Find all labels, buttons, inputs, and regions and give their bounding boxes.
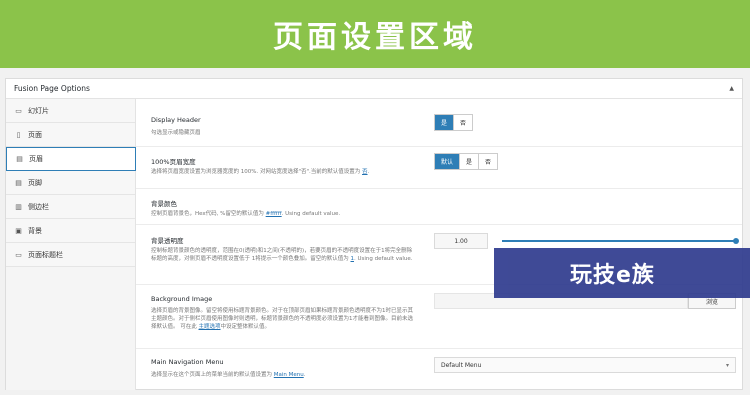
opacity-number-input[interactable]: 1.00: [434, 233, 488, 249]
opacity-slider-track[interactable]: [502, 240, 736, 242]
footer-icon: ▤: [15, 178, 22, 187]
titlebar-icon: ▭: [15, 250, 22, 259]
sidebar-item-page-title-bar[interactable]: ▭ 页面标题栏: [6, 243, 135, 267]
full-width-label: 100%页眉宽度: [151, 158, 196, 166]
bg-color-desc: 控制页眉背景色，Hex代码, %留空的默认值为 #ffffff. Using d…: [151, 211, 341, 217]
sidebar-item-label: 页眉: [29, 155, 43, 163]
main-menu-label: Main Navigation Menu: [151, 358, 224, 366]
row-display-header: Display Header 勾选显示或隐藏页眉 是 否: [136, 99, 742, 147]
watermark-logo: 玩技e族: [494, 248, 750, 298]
display-header-toggle: 是 否: [434, 114, 474, 131]
full-width-toggle: 默认 是 否: [434, 153, 499, 170]
sidebar-item-header[interactable]: ▤ 页眉: [6, 147, 136, 171]
panel-header[interactable]: Fusion Page Options ▲: [6, 79, 742, 99]
sidebar-item-label: 幻灯片: [28, 106, 49, 115]
sidebar-item-label: 页面标题栏: [28, 250, 63, 259]
bg-image-label: Background Image: [151, 295, 213, 303]
slides-icon: ▭: [15, 106, 22, 115]
sidebar-item-label: 背景: [28, 226, 42, 235]
banner: 页面设置区域: [0, 0, 750, 68]
panel-title: Fusion Page Options: [14, 84, 90, 93]
sidebar-icon: ▥: [15, 202, 22, 211]
theme-options-link[interactable]: 主题选项: [199, 324, 221, 330]
option-yes-button[interactable]: 是: [460, 154, 480, 169]
bg-opacity-label: 背景透明度: [151, 237, 184, 245]
option-yes-button[interactable]: 是: [435, 115, 455, 130]
bg-image-desc: 选择页眉的背景图像。留空将使用标题背景颜色。对于在顶部页眉如果标题背景颜色透明度…: [151, 308, 414, 330]
collapse-toggle-icon[interactable]: ▲: [729, 85, 734, 92]
row-background-color: 背景颜色 控制页眉背景色，Hex代码, %留空的默认值为 #ffffff. Us…: [136, 189, 742, 225]
sidebar-item-background[interactable]: ▣ 背景: [6, 219, 135, 243]
row-full-width-header: 100%页眉宽度 选择将页眉宽度设置为浏览器宽度的 100%. 对网站宽度选择"…: [136, 147, 742, 189]
bg-opacity-desc: 控制标题背景颜色的透明度，范围在0(透明)和1之间(不透明的)，若要页眉的不透明…: [151, 248, 413, 262]
bg-color-label: 背景颜色: [151, 200, 177, 208]
sidebar-item-sidebar[interactable]: ▥ 侧边栏: [6, 195, 135, 219]
main-menu-selected-value: Default Menu: [441, 361, 482, 369]
option-no-button[interactable]: 否: [479, 154, 498, 169]
watermark-text: 玩技e族: [570, 263, 655, 288]
option-no-button[interactable]: 否: [454, 115, 473, 130]
page-icon: ▯: [16, 130, 21, 139]
chevron-down-icon: ▾: [725, 361, 729, 369]
opacity-slider-handle[interactable]: [733, 238, 739, 244]
bg-color-default-link[interactable]: #ffffff: [266, 211, 282, 217]
sidebar-item-label: 页面: [28, 130, 42, 139]
display-header-desc: 勾选显示或隐藏页眉: [151, 130, 201, 136]
fusion-page-options-panel: Fusion Page Options ▲ ▭ 幻灯片 ▯ 页面 ▤ 页眉 ▤ …: [5, 78, 743, 390]
sidebar-item-label: 页脚: [28, 178, 42, 187]
row-main-navigation-menu: Main Navigation Menu 选择显示在这个页面上的菜单当前的默认值…: [136, 349, 742, 390]
options-content: Display Header 勾选显示或隐藏页眉 是 否 100%页眉宽度 选择…: [136, 99, 742, 390]
image-icon: ▣: [15, 226, 22, 235]
sidebar-item-page[interactable]: ▯ 页面: [6, 123, 135, 147]
sidebar-item-slides[interactable]: ▭ 幻灯片: [6, 99, 135, 123]
options-sidebar: ▭ 幻灯片 ▯ 页面 ▤ 页眉 ▤ 页脚 ▥ 侧边栏 ▣ 背景 ▭ 页面标题栏: [6, 99, 136, 390]
header-icon: ▤: [16, 155, 23, 163]
display-header-label: Display Header: [151, 116, 201, 124]
sidebar-item-footer[interactable]: ▤ 页脚: [6, 171, 135, 195]
sidebar-item-label: 侧边栏: [28, 202, 49, 211]
full-width-desc: 选择将页眉宽度设置为浏览器宽度的 100%. 对网站宽度选择"否".当前的默认值…: [151, 169, 370, 175]
option-default-button[interactable]: 默认: [435, 154, 461, 169]
main-menu-default-link[interactable]: Main Menu: [274, 372, 304, 378]
main-menu-desc: 选择显示在这个页面上的菜单当前的默认值设置为 Main Menu.: [151, 372, 306, 378]
banner-title: 页面设置区域: [273, 20, 477, 55]
main-menu-select[interactable]: Default Menu ▾: [434, 357, 736, 373]
